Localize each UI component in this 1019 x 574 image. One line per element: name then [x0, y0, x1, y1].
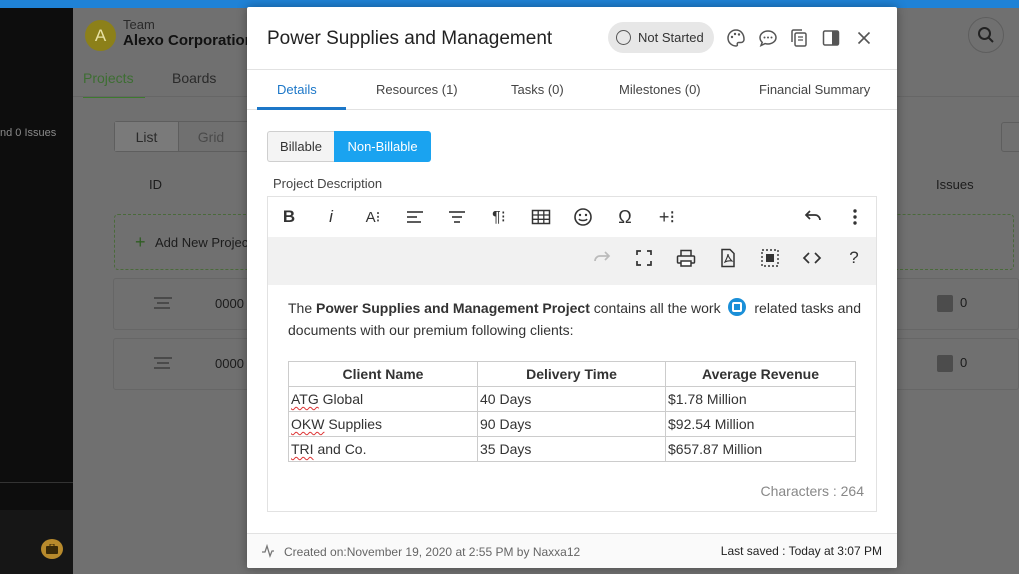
table-row: OKW Supplies 90 Days $92.54 Million	[288, 411, 856, 437]
row-id: 0000	[215, 296, 244, 311]
code-view-icon[interactable]	[799, 245, 825, 271]
menu-lines-icon	[154, 357, 172, 372]
team-label: Team	[123, 17, 155, 32]
status-label: Not Started	[638, 30, 704, 45]
briefcase-icon[interactable]	[41, 539, 63, 559]
table-header-row: Client Name Delivery Time Average Revenu…	[288, 361, 856, 387]
sidebar-bottom	[0, 510, 73, 574]
redo-icon[interactable]	[589, 245, 615, 271]
team-name[interactable]: Alexo Corporation	[123, 32, 254, 49]
modal-footer: Created on:November 19, 2020 at 2:55 PM …	[247, 533, 897, 568]
status-circle-icon	[616, 30, 631, 45]
font-size-icon[interactable]: A⁝	[360, 204, 386, 230]
table-row: TRI and Co. 35 Days $657.87 Million	[288, 436, 856, 462]
palette-icon[interactable]	[725, 27, 747, 49]
revenue-cell[interactable]: $657.87 Million	[665, 436, 856, 462]
row-issues: 0	[960, 355, 968, 370]
search-icon[interactable]	[968, 17, 1004, 53]
team-avatar[interactable]: A	[85, 20, 116, 51]
delivery-time-cell[interactable]: 90 Days	[477, 411, 666, 437]
column-header-id: ID	[149, 177, 162, 192]
tab-resources[interactable]: Resources (1)	[376, 82, 458, 97]
billable-button[interactable]: Billable	[267, 131, 334, 162]
active-tab-indicator	[257, 107, 346, 110]
row-id: 0000	[215, 356, 244, 371]
header-average-revenue: Average Revenue	[665, 361, 856, 387]
tab-financial-summary[interactable]: Financial Summary	[759, 82, 870, 97]
delivery-time-cell[interactable]: 35 Days	[477, 436, 666, 462]
view-list-button[interactable]: List	[115, 122, 179, 151]
table-icon[interactable]	[528, 204, 554, 230]
sort-button[interactable]	[1001, 122, 1019, 152]
panel-icon[interactable]	[820, 27, 842, 49]
column-header-issues: Issues	[936, 177, 974, 192]
italic-icon[interactable]: i	[318, 204, 344, 230]
editor-toolbar: B i A⁝ ¶⁝ Ω +⁝ ?	[268, 197, 876, 285]
tab-tasks[interactable]: Tasks (0)	[511, 82, 564, 97]
issues-icon	[937, 355, 953, 372]
pdf-icon[interactable]	[715, 245, 741, 271]
last-saved-text: Last saved : Today at 3:07 PM	[720, 544, 882, 558]
header-client-name: Client Name	[288, 361, 478, 387]
print-icon[interactable]	[673, 245, 699, 271]
add-new-label: Add New Project	[155, 235, 252, 250]
editor-content[interactable]: The Power Supplies and Management Projec…	[288, 297, 863, 341]
description-paragraph: The Power Supplies and Management Projec…	[288, 298, 861, 338]
embedded-icon[interactable]	[728, 298, 747, 316]
copy-icon[interactable]	[788, 27, 810, 49]
billing-toggle: Billable Non-Billable	[267, 131, 431, 162]
more-vertical-icon[interactable]	[842, 204, 868, 230]
tab-details[interactable]: Details	[277, 82, 317, 97]
view-toggle: List Grid	[114, 121, 254, 152]
issues-icon	[937, 295, 953, 312]
project-name-bold: Power Supplies and Management Project	[316, 300, 590, 316]
comment-icon[interactable]	[757, 27, 779, 49]
tab-milestones[interactable]: Milestones (0)	[619, 82, 701, 97]
menu-lines-icon	[154, 297, 172, 312]
special-characters-icon[interactable]: Ω	[612, 204, 638, 230]
activity-icon	[262, 544, 274, 558]
left-sidebar: nd 0 Issues	[0, 8, 73, 574]
non-billable-button[interactable]: Non-Billable	[334, 131, 431, 162]
sidebar-divider	[0, 482, 73, 483]
modal-tabs: Details Resources (1) Tasks (0) Mileston…	[247, 70, 897, 110]
revenue-cell[interactable]: $92.54 Million	[665, 411, 856, 437]
modal-title: Power Supplies and Management	[267, 28, 553, 49]
plus-icon: +	[135, 232, 146, 252]
project-description-label: Project Description	[273, 176, 383, 191]
table-row: ATG Global 40 Days $1.78 Million	[288, 386, 856, 412]
close-icon[interactable]	[853, 27, 875, 49]
status-button[interactable]: Not Started	[608, 22, 714, 53]
modal-header: Power Supplies and Management Not Starte…	[247, 7, 897, 70]
view-grid-button[interactable]: Grid	[179, 122, 243, 151]
emoticons-icon[interactable]	[570, 204, 596, 230]
bold-icon[interactable]: B	[276, 204, 302, 230]
project-modal: Power Supplies and Management Not Starte…	[247, 7, 897, 568]
delivery-time-cell[interactable]: 40 Days	[477, 386, 666, 412]
client-name-cell[interactable]: ATG Global	[288, 386, 478, 412]
created-on-text: Created on:November 19, 2020 at 2:55 PM …	[284, 545, 581, 559]
undo-icon[interactable]	[800, 204, 826, 230]
help-icon[interactable]: ?	[841, 245, 867, 271]
paragraph-icon[interactable]: ¶⁝	[486, 204, 512, 230]
client-name-cell[interactable]: TRI and Co.	[288, 436, 478, 462]
align-left-icon[interactable]	[402, 204, 428, 230]
revenue-cell[interactable]: $1.78 Million	[665, 386, 856, 412]
sidebar-issues-text: nd 0 Issues	[0, 127, 57, 139]
select-all-icon[interactable]	[757, 245, 783, 271]
tab-boards[interactable]: Boards	[172, 70, 216, 86]
insert-more-icon[interactable]: +⁝	[654, 204, 680, 230]
rich-text-editor[interactable]: B i A⁝ ¶⁝ Ω +⁝ ? The Power Supplies and …	[267, 196, 877, 512]
row-issues: 0	[960, 295, 968, 310]
character-count: Characters : 264	[760, 483, 865, 499]
client-name-cell[interactable]: OKW Supplies	[288, 411, 478, 437]
header-delivery-time: Delivery Time	[477, 361, 666, 387]
clients-table[interactable]: Client Name Delivery Time Average Revenu…	[288, 361, 856, 462]
fullscreen-icon[interactable]	[631, 245, 657, 271]
paragraph-format-icon[interactable]	[444, 204, 470, 230]
tab-projects[interactable]: Projects	[83, 70, 145, 98]
toolbar-row-1: B i A⁝ ¶⁝ Ω +⁝	[268, 197, 876, 237]
